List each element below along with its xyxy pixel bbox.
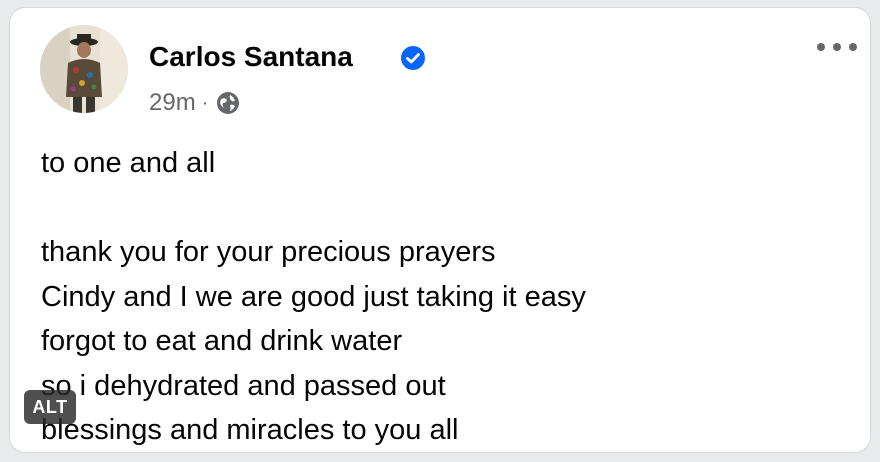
post-line: Cindy and I we are good just taking it e… — [41, 280, 586, 313]
post-line: so i dehydrated and passed out — [41, 369, 446, 402]
globe-icon[interactable] — [216, 91, 240, 115]
more-dot — [833, 43, 841, 51]
avatar[interactable] — [40, 25, 128, 113]
post-text: to one and all thank you for your precio… — [41, 141, 841, 452]
post-line: thank you for your precious prayers — [41, 236, 496, 268]
post-line: blessings and miracles to you all — [41, 414, 459, 446]
alt-text-badge[interactable]: ALT — [24, 390, 76, 424]
author-name[interactable]: Carlos Santana — [149, 40, 353, 74]
post-line: forgot to eat and drink water — [41, 325, 403, 357]
more-dot — [849, 43, 857, 51]
more-options-icon[interactable] — [817, 36, 857, 58]
post-timestamp[interactable]: 29m — [149, 89, 196, 117]
post-meta: 29m · — [149, 88, 240, 118]
more-dot — [817, 43, 825, 51]
post-line: to one and all — [41, 147, 216, 179]
post-card: Carlos Santana 29m · to one and all than… — [9, 7, 871, 453]
verified-badge-icon — [401, 46, 425, 70]
post-line-blank — [41, 186, 841, 231]
meta-separator: · — [201, 91, 209, 114]
